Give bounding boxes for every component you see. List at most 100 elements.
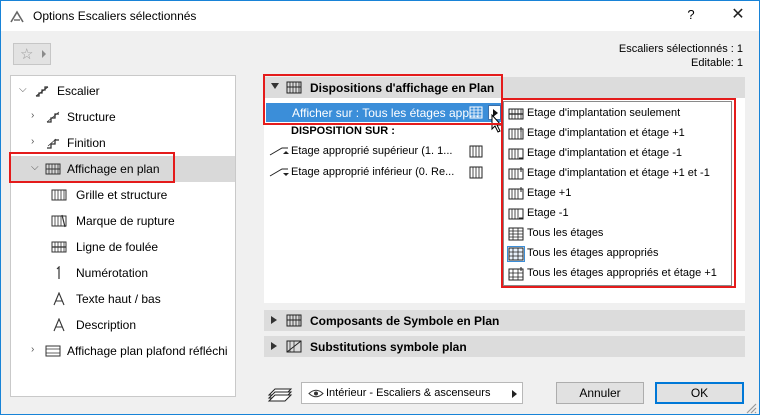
disposition-row-upper[interactable]: Etage approprié supérieur (1. 1... bbox=[266, 142, 502, 162]
section-title: Composants de Symbole en Plan bbox=[310, 314, 500, 328]
tree-item-label: Escalier bbox=[57, 84, 100, 98]
grid-icon bbox=[51, 189, 67, 201]
numbering-icon bbox=[56, 266, 60, 279]
home-plus-minus-icon bbox=[508, 167, 524, 180]
all-relevant-stories-icon bbox=[507, 246, 525, 262]
show-on-label: Afficher sur : Tous les étages app... bbox=[292, 106, 479, 120]
view-select-value: Intérieur - Escaliers & ascenseurs bbox=[326, 387, 491, 399]
section-substitutions[interactable]: Substitutions symbole plan bbox=[264, 336, 745, 357]
finish-icon bbox=[47, 138, 59, 149]
tree-item-rupture[interactable]: Marque de rupture bbox=[11, 208, 235, 234]
chevron-down-icon[interactable] bbox=[271, 83, 279, 89]
menu-item[interactable]: Etage d'implantation et étage +1 et -1 bbox=[504, 164, 731, 184]
tree-item-label: Grille et structure bbox=[76, 188, 168, 202]
up-down-text-icon bbox=[53, 292, 65, 306]
one-story-up-icon bbox=[508, 187, 524, 200]
home-story-icon bbox=[508, 108, 524, 120]
lower-story-icon bbox=[269, 168, 289, 177]
menu-item[interactable]: Etage d'implantation et étage -1 bbox=[504, 144, 731, 164]
structure-icon bbox=[46, 111, 60, 123]
description-icon bbox=[53, 318, 65, 332]
tree-item-description[interactable]: Description bbox=[11, 312, 235, 338]
ceiling-plan-icon bbox=[45, 345, 61, 357]
settings-tree: ⌵ Escalier › Structure › Finition ⌵ Affi… bbox=[10, 75, 236, 397]
resize-grip-icon[interactable] bbox=[743, 400, 757, 414]
all-stories-icon bbox=[508, 227, 524, 241]
tree-item-label: Ligne de foulée bbox=[76, 240, 159, 254]
chevron-right-icon bbox=[512, 390, 517, 398]
chevron-right-icon[interactable]: › bbox=[31, 110, 34, 121]
disposition-row-label: Etage approprié supérieur (1. 1... bbox=[291, 145, 453, 157]
tree-item-label: Affichage plan plafond réfléchi bbox=[67, 344, 228, 358]
tree-item-label: Texte haut / bas bbox=[76, 292, 161, 306]
home-minus-one-icon bbox=[508, 148, 524, 160]
disposition-row-lower[interactable]: Etage approprié inférieur (0. Re... bbox=[266, 163, 502, 183]
tree-item-label: Marque de rupture bbox=[76, 214, 175, 228]
cancel-button[interactable]: Annuler bbox=[556, 382, 644, 404]
menu-item[interactable]: Etage d'implantation seulement bbox=[504, 104, 731, 124]
show-on-popup-menu: Etage d'implantation seulement Etage d'i… bbox=[503, 101, 732, 286]
chevron-right-icon[interactable]: › bbox=[31, 136, 34, 147]
view-select[interactable]: Intérieur - Escaliers & ascenseurs bbox=[301, 382, 523, 404]
tree-item-plafond[interactable]: › Affichage plan plafond réfléchi bbox=[11, 338, 235, 364]
menu-item[interactable]: Etage +1 bbox=[504, 184, 731, 204]
grid-icon bbox=[469, 145, 483, 158]
menu-item[interactable]: Tous les étages appropriés et étage +1 bbox=[504, 264, 731, 284]
star-icon: ☆ bbox=[20, 46, 34, 63]
menu-item-label: Etage d'implantation et étage +1 bbox=[527, 127, 685, 139]
menu-item-label: Etage d'implantation et étage -1 bbox=[527, 147, 682, 159]
dialog-window: Options Escaliers sélectionnés ? ✕ ☆ Esc… bbox=[0, 0, 760, 415]
menu-item[interactable]: Tous les étages bbox=[504, 224, 731, 244]
all-relevant-plus-one-icon bbox=[508, 267, 524, 281]
tree-item-grille[interactable]: Grille et structure bbox=[11, 182, 235, 208]
menu-item-label: Tous les étages appropriés et étage +1 bbox=[527, 267, 717, 279]
menu-item-label: Tous les étages appropriés bbox=[527, 247, 659, 259]
chevron-right-icon[interactable] bbox=[271, 316, 277, 324]
menu-item-label: Etage d'implantation seulement bbox=[527, 107, 681, 119]
chevron-right-icon[interactable] bbox=[271, 342, 277, 350]
dialog-title: Options Escaliers sélectionnés bbox=[33, 9, 197, 23]
section-title: Substitutions symbole plan bbox=[310, 340, 467, 354]
title-bar: Options Escaliers sélectionnés ? ✕ bbox=[1, 1, 759, 31]
chevron-right-icon bbox=[42, 50, 46, 58]
favorites-button[interactable]: ☆ bbox=[13, 43, 51, 65]
tree-item-foulee[interactable]: Ligne de foulée bbox=[11, 234, 235, 260]
layers-icon bbox=[267, 388, 293, 402]
tree-item-numerotation[interactable]: Numérotation bbox=[11, 260, 235, 286]
section-title: Dispositions d'affichage en Plan bbox=[310, 81, 495, 95]
editable-count: Editable: 1 bbox=[691, 57, 743, 69]
floor-plan-display-icon bbox=[286, 314, 302, 327]
symbol-override-icon bbox=[286, 340, 302, 353]
selection-info: Escaliers sélectionnés : 1 Editable: 1 bbox=[619, 42, 743, 70]
help-button[interactable]: ? bbox=[681, 7, 701, 25]
chevron-down-icon[interactable]: ⌵ bbox=[31, 162, 39, 173]
section-dispositions[interactable]: Dispositions d'affichage en Plan bbox=[264, 77, 745, 98]
archicad-app-icon bbox=[10, 10, 24, 23]
tree-item-texte[interactable]: Texte haut / bas bbox=[11, 286, 235, 312]
section-composants[interactable]: Composants de Symbole en Plan bbox=[264, 310, 745, 331]
eye-icon bbox=[308, 389, 324, 398]
all-stories-icon bbox=[469, 106, 483, 119]
tree-item-label: Affichage en plan bbox=[67, 162, 160, 176]
tree-item-label: Finition bbox=[67, 136, 106, 150]
floor-plan-display-icon bbox=[45, 163, 61, 175]
menu-item[interactable]: Etage d'implantation et étage +1 bbox=[504, 124, 731, 144]
disposition-row-label: Etage approprié inférieur (0. Re... bbox=[291, 166, 455, 178]
menu-item[interactable]: Etage -1 bbox=[504, 204, 731, 224]
close-button[interactable]: ✕ bbox=[726, 4, 750, 26]
menu-item-label: Etage -1 bbox=[527, 207, 569, 219]
tree-item-escalier[interactable]: ⌵ Escalier bbox=[11, 78, 235, 104]
tree-item-structure[interactable]: › Structure bbox=[11, 104, 235, 130]
one-story-down-icon bbox=[508, 208, 524, 220]
tree-item-finition[interactable]: › Finition bbox=[11, 130, 235, 156]
chevron-right-icon[interactable]: › bbox=[31, 344, 34, 355]
ok-button[interactable]: OK bbox=[655, 382, 744, 404]
disposition-heading: DISPOSITION SUR : bbox=[291, 125, 395, 137]
tree-item-label: Description bbox=[76, 318, 137, 332]
chevron-down-icon[interactable]: ⌵ bbox=[19, 84, 27, 95]
menu-item[interactable]: Tous les étages appropriés bbox=[504, 244, 731, 264]
tree-item-affichage-en-plan[interactable]: ⌵ Affichage en plan bbox=[11, 156, 235, 182]
floor-plan-display-icon bbox=[286, 81, 302, 94]
show-on-row[interactable]: Afficher sur : Tous les étages app... bbox=[266, 103, 502, 122]
menu-item-label: Etage d'implantation et étage +1 et -1 bbox=[527, 167, 710, 179]
